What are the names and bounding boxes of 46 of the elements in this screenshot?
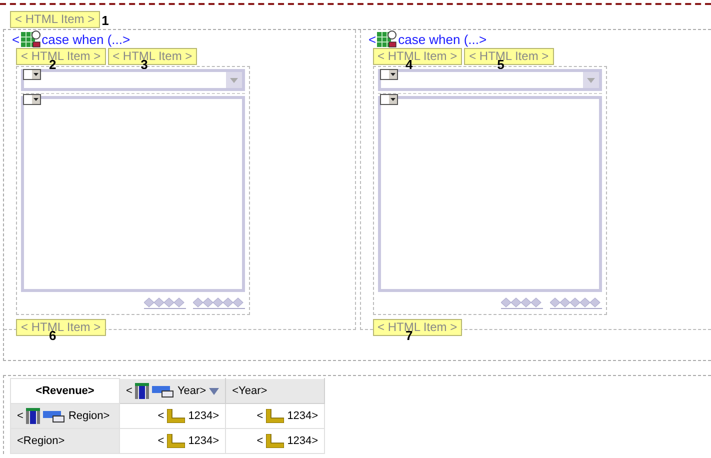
bracket: <: [12, 32, 20, 46]
dropdown-field[interactable]: [378, 69, 602, 91]
bracket: <: [158, 410, 164, 422]
cell-value: 1234>: [287, 435, 318, 447]
ruler-icon: [266, 409, 284, 423]
sort-icon[interactable]: [209, 388, 220, 394]
bracket: <: [368, 32, 376, 46]
column-header[interactable]: < Year>: [120, 378, 226, 404]
spreadsheet-icon: [377, 30, 398, 48]
member-label: <Region>: [17, 435, 65, 447]
ruler-icon: [167, 434, 186, 448]
hierarchy-icon: [135, 383, 150, 399]
cell-value: 1234>: [287, 410, 318, 422]
dropdown-toggle-icon[interactable]: [380, 69, 398, 80]
dropdown-toggle-icon[interactable]: [23, 94, 41, 105]
dropdown-toggle-icon[interactable]: [23, 69, 41, 80]
cell-value: 1234>: [188, 435, 220, 447]
table-cell: <Revenue>: [10, 378, 120, 404]
pager-icon[interactable]: [500, 297, 542, 309]
dropdown-field[interactable]: [21, 69, 245, 91]
row-header[interactable]: <Region>: [10, 428, 120, 454]
bracket: <: [158, 435, 164, 447]
pager-icon[interactable]: [550, 297, 602, 309]
ruler-icon: [266, 434, 284, 448]
member-label: Year>: [177, 385, 206, 397]
spreadsheet-icon: [20, 30, 41, 48]
bracket: <: [126, 385, 132, 397]
ruler-icon: [167, 409, 186, 423]
cell-value: 1234>: [188, 410, 220, 422]
member-label: <Year>: [232, 385, 268, 397]
column-header[interactable]: <Year>: [226, 378, 325, 404]
dropdown-toggle-icon[interactable]: [380, 94, 398, 105]
level-icon: [43, 410, 66, 422]
pager-icon[interactable]: [193, 297, 245, 309]
member-label: Region>: [68, 410, 110, 422]
condition-link[interactable]: case when (...>: [42, 32, 130, 46]
callout-number: 1: [102, 14, 109, 27]
bracket: <: [256, 435, 264, 447]
bracket: <: [17, 410, 24, 422]
bracket: <: [256, 410, 264, 422]
hierarchy-icon: [26, 408, 40, 424]
pager-icon[interactable]: [144, 297, 186, 309]
html-item[interactable]: < HTML Item >: [10, 11, 100, 28]
level-icon: [152, 384, 174, 398]
condition-link[interactable]: case when (...>: [398, 32, 487, 46]
row-header[interactable]: < Region>: [10, 404, 120, 428]
